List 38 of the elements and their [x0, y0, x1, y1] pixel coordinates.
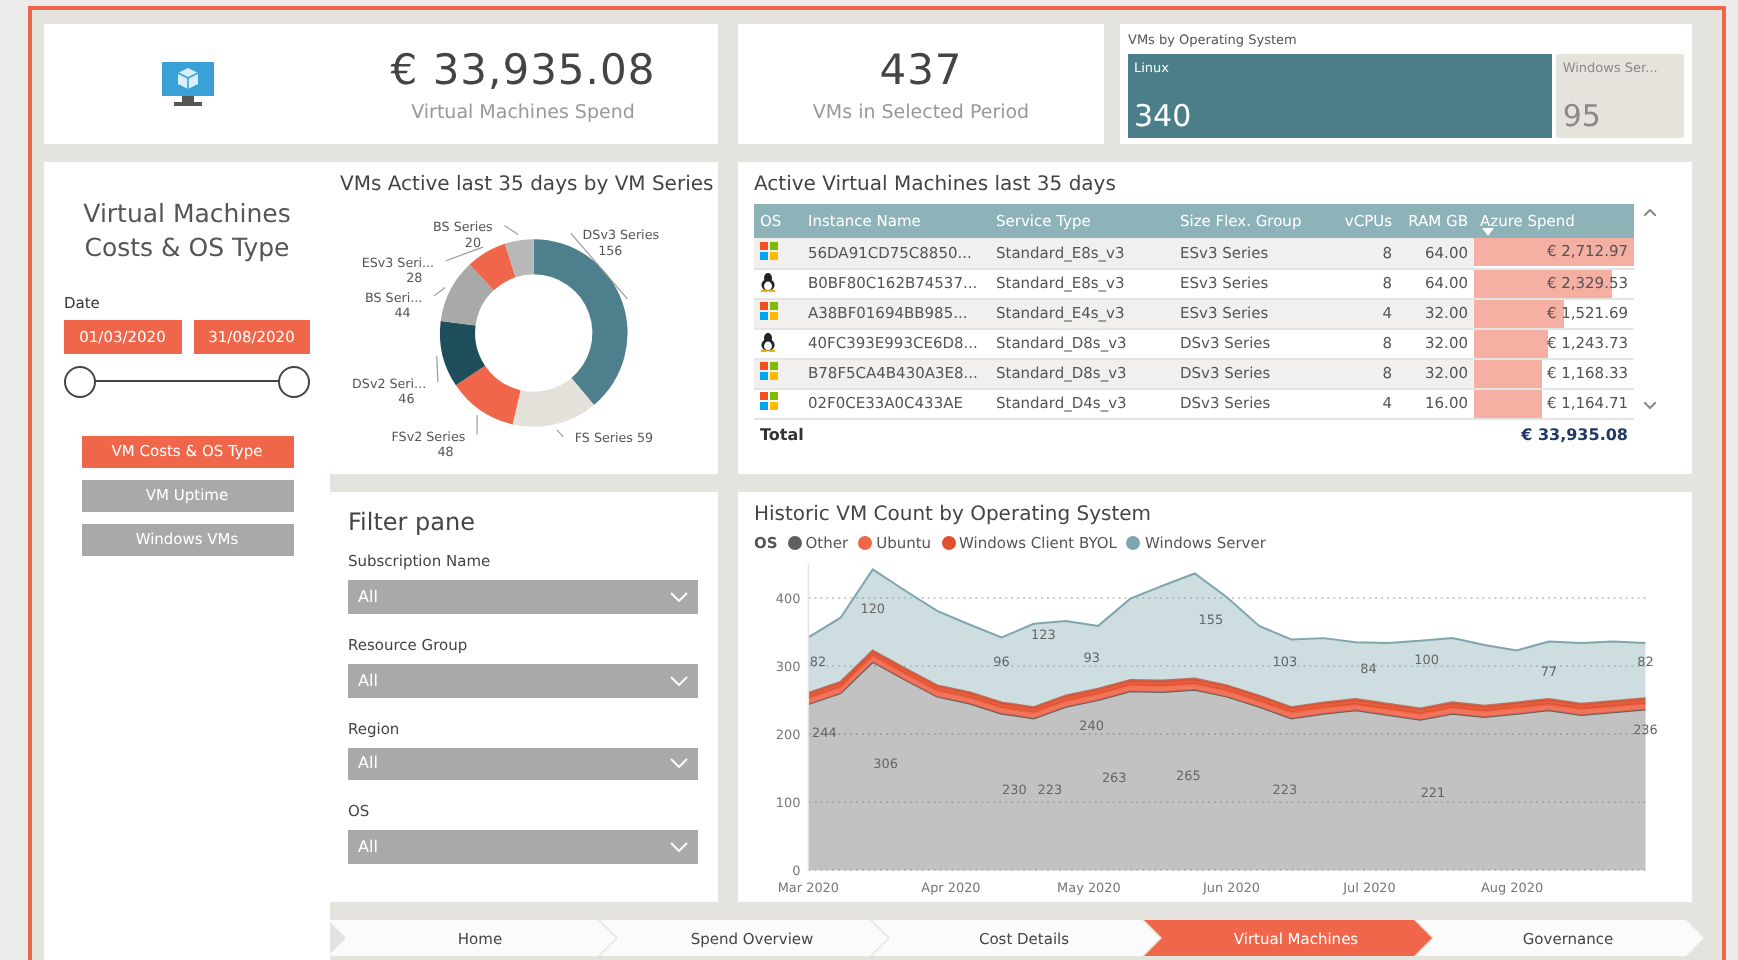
kpi-label: VMs in Selected Period [812, 101, 1030, 123]
slider-handle[interactable] [278, 365, 310, 398]
leader-line [476, 414, 478, 436]
filter-dropdown[interactable]: All [348, 663, 698, 697]
slider-handle[interactable] [64, 365, 96, 398]
tile-value: 95 [1562, 102, 1603, 132]
leader-line [436, 355, 439, 383]
card-title: Historic VM Count by Operating System [754, 504, 1154, 526]
donut-slice [440, 264, 494, 326]
filter-dropdown[interactable]: All [348, 747, 698, 781]
leader-line [445, 246, 484, 262]
leader-line [503, 224, 519, 236]
chevron-down-icon [670, 591, 688, 602]
four-squares-icon [760, 241, 778, 260]
donut-slice [455, 365, 521, 425]
pane-title: Filter pane [348, 508, 477, 536]
chevron-down-icon [670, 758, 688, 769]
filter-dropdown[interactable]: All [348, 830, 698, 864]
scroll-down-icon[interactable] [1644, 401, 1656, 409]
chevron-down-icon [670, 675, 688, 686]
kpi-value: € 33,935.08 [390, 45, 656, 93]
four-squares-icon [760, 392, 778, 410]
filter-dropdown[interactable]: All [348, 580, 698, 614]
kpi-label: Virtual Machines Spend [411, 101, 635, 123]
total-label: Total [754, 418, 990, 449]
leader-line [433, 286, 446, 297]
chevron-down-icon [670, 842, 688, 853]
panel-title: Virtual Machines Costs & OS Type [81, 198, 293, 266]
scroll-up-icon[interactable] [1644, 208, 1656, 216]
four-squares-icon [760, 302, 778, 320]
leader-line [556, 429, 564, 438]
four-squares-icon [760, 362, 778, 380]
donut-slice [439, 320, 486, 386]
card-title: Active Virtual Machines last 35 days [754, 174, 1118, 196]
tile-value: 340 [1134, 102, 1194, 132]
total-value: € 33,935.08 [1474, 418, 1634, 449]
monitor-cube-icon [159, 60, 215, 108]
kpi-value: 437 [879, 45, 963, 93]
